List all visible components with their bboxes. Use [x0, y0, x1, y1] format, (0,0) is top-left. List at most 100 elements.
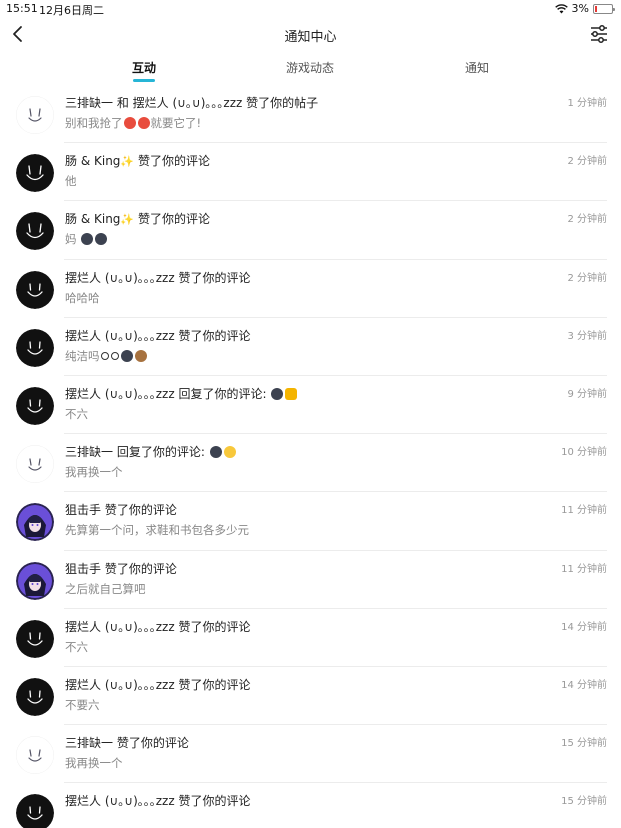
notification-time: 14 分钟前 [561, 679, 607, 691]
battery-icon [593, 3, 615, 14]
notification-content: 不要六 [65, 697, 100, 712]
user-name[interactable]: 肠 & King [65, 212, 120, 226]
action-text: 赞了你的评论 [174, 677, 251, 692]
avatar[interactable] [16, 270, 54, 309]
notification-item[interactable]: 摆烂人 (∪｡∪)｡｡｡zzz 回复了你的评论: 不六 9 分钟前 [0, 376, 621, 435]
user-name[interactable]: 狙击手 [65, 562, 101, 576]
notification-time: 1 分钟前 [567, 98, 607, 109]
notification-text: 狙击手 赞了你的评论 [65, 560, 177, 577]
sparkle-icon: ✨ [120, 155, 135, 169]
battery-percent: 3% [571, 2, 589, 15]
avatar[interactable] [16, 328, 54, 367]
user-name[interactable]: 狙击手 [65, 503, 101, 517]
user-name[interactable]: 摆烂人 (∪｡∪)｡｡｡zzz [65, 620, 175, 634]
user-name[interactable]: 摆烂人 (∪｡∪)｡｡｡zzz [65, 329, 175, 343]
nav-bar: 通知中心 [0, 18, 621, 50]
notification-content: 不六 [65, 406, 88, 421]
user-name[interactable]: 摆烂人 (∪｡∪)｡｡｡zzz [133, 96, 243, 110]
action-text: 赞了你的帖子 [242, 96, 319, 110]
action-text: 赞了你的评论 [134, 212, 210, 227]
notification-time: 15 分钟前 [561, 796, 607, 808]
tab-game-activity[interactable]: 游戏动态 [286, 59, 334, 76]
tab-interaction[interactable]: 互动 [132, 59, 156, 76]
notification-item[interactable]: 摆烂人 (∪｡∪)｡｡｡zzz 赞了你的评论 纯洁吗 3 分钟前 [0, 318, 621, 377]
notification-time: 11 分钟前 [561, 505, 607, 517]
avatar[interactable] [16, 561, 54, 600]
eyes-emoji-icon [110, 351, 119, 360]
action-text: 回复了你的评论: [174, 386, 271, 401]
dark-face-emoji-icon [271, 387, 284, 400]
notification-content: 别和我抢了 就要它了! [65, 115, 201, 131]
notification-text: 摆烂人 (∪｡∪)｡｡｡zzz 赞了你的评论 [65, 792, 250, 809]
notification-item[interactable]: 摆烂人 (∪｡∪)｡｡｡zzz 赞了你的评论 不要六 14 分钟前 [0, 667, 621, 726]
status-time: 15:51 [6, 2, 38, 15]
notification-item[interactable]: 三排缺一 赞了你的评论 我再换一个 15 分钟前 [0, 725, 621, 784]
user-name[interactable]: 摆烂人 (∪｡∪)｡｡｡zzz [65, 794, 175, 808]
notification-item[interactable]: 三排缺一 回复了你的评论: 我再换一个 10 分钟前 [0, 434, 621, 493]
action-text: 赞了你的评论 [113, 736, 189, 751]
status-right: 3% [554, 2, 615, 15]
notification-item[interactable]: 摆烂人 (∪｡∪)｡｡｡zzz 赞了你的评论 15 分钟前 [0, 783, 621, 828]
notification-text: 三排缺一 赞了你的评论 [65, 734, 189, 751]
notification-content: 我再换一个 [65, 756, 123, 771]
notification-item[interactable]: 狙击手 赞了你的评论 先算第一个问，求鞋和书包各多少元 11 分钟前 [0, 492, 621, 551]
notification-text: 摆烂人 (∪｡∪)｡｡｡zzz 回复了你的评论: [65, 385, 298, 402]
see-no-evil-monkey-icon [134, 349, 147, 362]
angry-emoji-icon [123, 117, 136, 129]
avatar[interactable] [16, 619, 54, 658]
notification-text: 三排缺一 回复了你的评论: [65, 443, 237, 460]
avatar[interactable] [16, 445, 54, 484]
user-name[interactable]: 三排缺一 [65, 445, 113, 459]
user-name[interactable]: 摆烂人 (∪｡∪)｡｡｡zzz [65, 678, 175, 692]
notification-item[interactable]: 狙击手 赞了你的评论 之后就自己算吧 11 分钟前 [0, 551, 621, 609]
notification-content: 他 [65, 174, 77, 189]
notification-time: 9 分钟前 [567, 388, 607, 400]
conjunction: 和 [113, 96, 133, 110]
avatar[interactable] [16, 386, 54, 425]
filter-settings-icon[interactable] [587, 22, 611, 46]
notification-content: 之后就自己算吧 [65, 581, 146, 596]
user-name[interactable]: 摆烂人 (∪｡∪)｡｡｡zzz [65, 271, 175, 285]
notification-time: 2 分钟前 [567, 156, 607, 168]
tab-notice[interactable]: 通知 [465, 59, 489, 76]
notification-text: 摆烂人 (∪｡∪)｡｡｡zzz 赞了你的评论 [65, 269, 250, 286]
notification-text: 摆烂人 (∪｡∪)｡｡｡zzz 赞了你的评论 [65, 618, 250, 635]
angry-emoji-icon [137, 117, 150, 129]
avatar[interactable] [16, 794, 54, 828]
notification-text: 摆烂人 (∪｡∪)｡｡｡zzz 赞了你的评论 [65, 676, 250, 693]
notification-text: 摆烂人 (∪｡∪)｡｡｡zzz 赞了你的评论 [65, 327, 250, 344]
action-text: 赞了你的评论 [174, 270, 251, 285]
dark-face-emoji-icon [120, 349, 133, 362]
notification-time: 2 分钟前 [567, 214, 607, 226]
notification-content: 我再换一个 [65, 465, 123, 480]
sparkle-icon: ✨ [120, 213, 135, 227]
user-name[interactable]: 三排缺一 [65, 736, 113, 750]
user-name[interactable]: 肠 & King [65, 154, 120, 168]
notification-content: 不六 [65, 639, 88, 654]
status-date: 12月6日周二 [39, 4, 104, 17]
avatar[interactable] [16, 96, 54, 134]
avatar[interactable] [16, 503, 54, 542]
avatar[interactable] [16, 677, 54, 716]
notification-text: 肠 & King✨ 赞了你的评论 [65, 210, 210, 227]
notification-time: 14 分钟前 [561, 621, 607, 633]
action-text: 赞了你的评论 [101, 561, 177, 576]
avatar[interactable] [16, 736, 54, 775]
avatar[interactable] [16, 154, 54, 193]
notification-content: 纯洁吗 [65, 348, 148, 364]
status-bar: 15:51 12月6日周二 3% [0, 0, 621, 17]
action-text: 赞了你的评论 [174, 619, 251, 634]
notification-text: 狙击手 赞了你的评论 [65, 501, 177, 518]
avatar[interactable] [16, 212, 54, 251]
dark-face-emoji-icon [81, 233, 94, 246]
wifi-icon [554, 3, 568, 13]
notification-item[interactable]: 肠 & King✨ 赞了你的评论 他 2 分钟前 [0, 143, 621, 202]
action-text: 赞了你的评论 [174, 328, 251, 343]
user-name[interactable]: 摆烂人 (∪｡∪)｡｡｡zzz [65, 387, 175, 401]
notification-item[interactable]: 肠 & King✨ 赞了你的评论 妈 2 分钟前 [0, 201, 621, 260]
user-name[interactable]: 三排缺一 [65, 96, 113, 110]
notification-item[interactable]: 三排缺一 和 摆烂人 (∪｡∪)｡｡｡zzz 赞了你的帖子 别和我抢了 就要它了!… [0, 85, 621, 144]
notification-item[interactable]: 摆烂人 (∪｡∪)｡｡｡zzz 赞了你的评论 不六 14 分钟前 [0, 609, 621, 668]
notification-time: 10 分钟前 [561, 447, 607, 459]
notification-item[interactable]: 摆烂人 (∪｡∪)｡｡｡zzz 赞了你的评论 哈哈哈 2 分钟前 [0, 260, 621, 318]
